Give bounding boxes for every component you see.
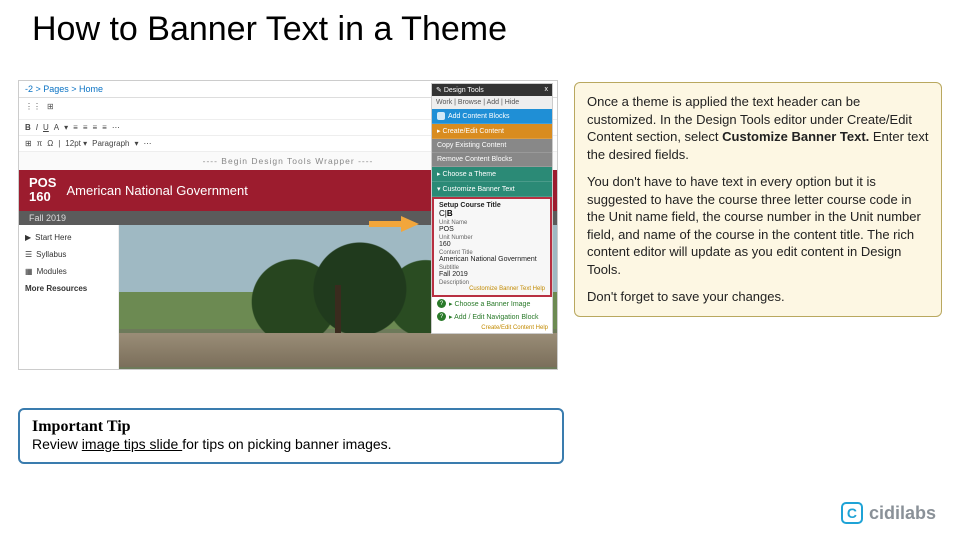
- page-title: How to Banner Text in a Theme: [0, 0, 960, 55]
- instruction-box: Once a theme is applied the text header …: [574, 82, 942, 317]
- create-edit-content-button: ▸ Create/Edit Content: [432, 124, 552, 139]
- course-title: American National Government: [66, 183, 247, 198]
- choose-banner-image-row: ?▸ Choose a Banner Image: [432, 297, 552, 310]
- copy-existing-button: Copy Existing Content: [432, 139, 552, 153]
- close-icon: x: [545, 86, 549, 94]
- customize-banner-text-button: ▾ Customize Banner Text: [432, 182, 552, 197]
- instruction-p1: Once a theme is applied the text header …: [587, 93, 929, 163]
- instruction-p3: Don't forget to save your changes.: [587, 288, 929, 306]
- cidilabs-logo: C cidilabs: [841, 502, 936, 524]
- image-tips-link[interactable]: image tips slide: [82, 436, 182, 452]
- add-content-blocks-button: Add Content Blocks: [432, 109, 552, 124]
- sidebar-item-modules: ▦ Modules: [23, 263, 114, 280]
- tip-body: Review image tips slide for tips on pick…: [32, 436, 550, 452]
- design-tools-panel: ✎ Design Toolsx Work | Browse | Add | Hi…: [431, 83, 553, 334]
- banner-text-form: Setup Course Title C|B Unit Name POS Uni…: [434, 199, 550, 295]
- sidebar-item-start: ▶ Start Here: [23, 229, 114, 246]
- tip-box: Important Tip Review image tips slide fo…: [18, 408, 564, 464]
- course-sidebar: ▶ Start Here ☰ Syllabus ▦ Modules More R…: [19, 225, 119, 370]
- course-code: POS 160: [29, 176, 56, 205]
- choose-theme-button: ▸ Choose a Theme: [432, 167, 552, 182]
- sidebar-item-more: More Resources: [23, 280, 114, 297]
- remove-blocks-button: Remove Content Blocks: [432, 153, 552, 167]
- logo-mark-icon: C: [841, 502, 863, 524]
- instruction-p2: You don't have to have text in every opt…: [587, 173, 929, 278]
- pointer-arrow: [401, 216, 419, 232]
- sidebar-item-syllabus: ☰ Syllabus: [23, 246, 114, 263]
- tip-title: Important Tip: [32, 418, 550, 436]
- editor-screenshot: -2 > Pages > Home ⋮⋮⊞ ⟨⟩ HTML Editor BIU…: [18, 80, 558, 370]
- add-nav-row: ?▸ Add / Edit Navigation Block: [432, 310, 552, 323]
